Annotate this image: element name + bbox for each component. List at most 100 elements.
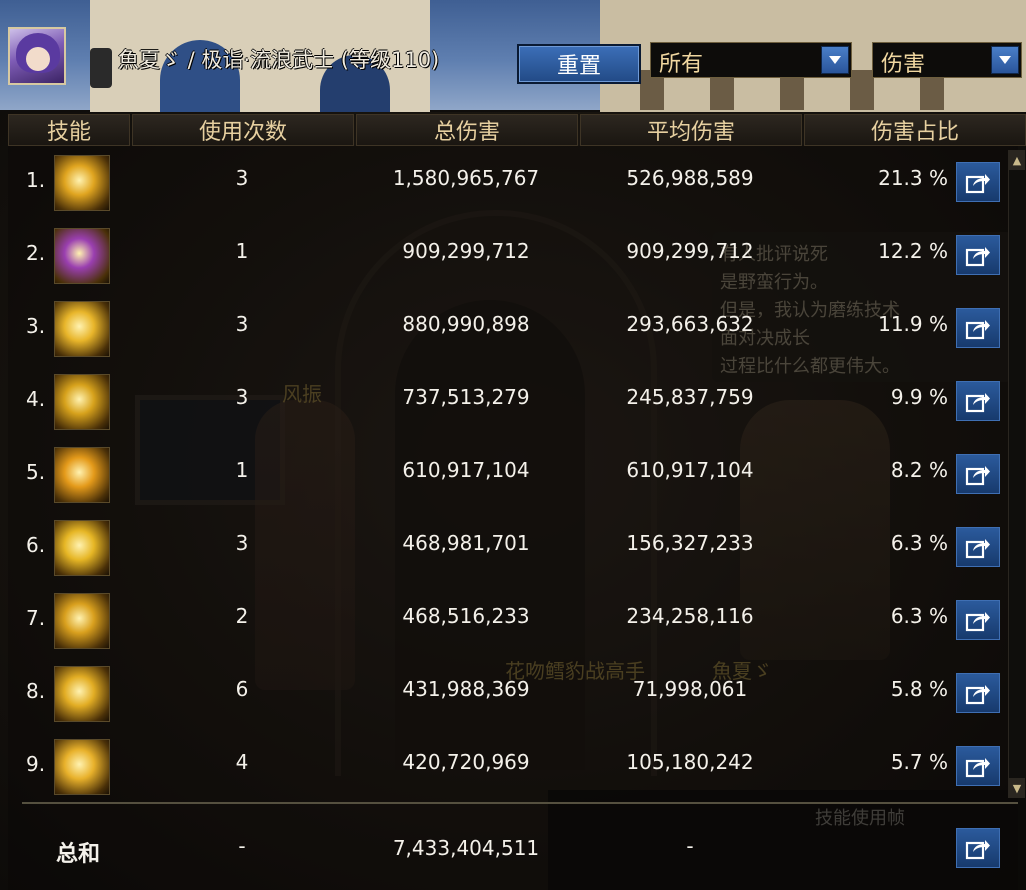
avatar-face [26,47,50,71]
row-total-damage: 880,990,898 [402,312,530,336]
column-header-total-damage[interactable]: 总伤害 [356,114,578,146]
summary-row: 总和 - 7,433,404,511 - [8,806,1018,890]
skill-damage-table: 1. 3 1,580,965,767 526,988,589 21.3 % 2. 1 909,… [8,146,1018,890]
golden-burst-skill-icon[interactable] [54,155,110,211]
row-uses: 1 [235,239,249,263]
row-uses: 3 [235,166,249,190]
table-row: 3. 3 880,990,898 293,663,632 11.9 % [8,292,1018,365]
row-damage-share: 8.2 % [890,458,948,482]
row-share-button[interactable] [956,600,1000,640]
table-row: 2. 1 909,299,712 909,299,712 12.2 % [8,219,1018,292]
crossed-slash-skill-icon[interactable] [54,374,110,430]
row-average-damage: 610,917,104 [626,458,754,482]
character-avatar[interactable] [8,27,66,85]
palm-skill-icon[interactable] [54,593,110,649]
scroll-up-icon[interactable]: ▲ [1009,150,1025,170]
golden-vortex-skill-icon[interactable] [54,447,110,503]
row-average-damage: 245,837,759 [626,385,754,409]
row-average-damage: 156,327,233 [626,531,754,555]
column-header-uses[interactable]: 使用次数 [132,114,354,146]
row-total-damage: 610,917,104 [402,458,530,482]
reset-button[interactable]: 重置 [517,44,641,84]
row-damage-share: 21.3 % [878,166,948,190]
share-icon [965,393,990,413]
row-share-button[interactable] [956,162,1000,202]
share-icon [965,466,990,486]
row-uses: 2 [235,604,249,628]
share-icon [965,320,990,340]
row-rank: 1. [26,168,46,192]
row-uses: 3 [235,531,249,555]
row-average-damage: 526,988,589 [626,166,754,190]
row-total-damage: 737,513,279 [402,385,530,409]
row-share-button[interactable] [956,235,1000,275]
row-rank: 8. [26,679,46,703]
street-lamp [90,48,112,88]
row-uses: 3 [235,385,249,409]
column-header-damage-share[interactable]: 伤害占比 [804,114,1026,146]
row-rank: 3. [26,314,46,338]
column-header-average-damage[interactable]: 平均伤害 [580,114,802,146]
row-total-damage: 468,981,701 [402,531,530,555]
row-damage-share: 9.9 % [890,385,948,409]
row-uses: 3 [235,312,249,336]
building-window [850,70,874,110]
share-icon [965,840,990,860]
summary-divider [22,802,1018,804]
row-damage-share: 6.3 % [890,531,948,555]
metric-dropdown[interactable]: 伤害 [872,42,1022,78]
summary-uses: - [238,834,246,858]
row-uses: 4 [235,750,249,774]
row-damage-share: 12.2 % [878,239,948,263]
table-row: 5. 1 610,917,104 610,917,104 8.2 % [8,438,1018,511]
chevron-down-icon[interactable] [821,46,849,74]
scroll-down-icon[interactable]: ▼ [1009,778,1025,798]
multi-strike-skill-icon[interactable] [54,666,110,722]
table-row: 7. 2 468,516,233 234,258,116 6.3 % [8,584,1018,657]
row-rank: 9. [26,752,46,776]
metric-dropdown-value: 伤害 [881,52,926,77]
row-rank: 2. [26,241,46,265]
chevron-down-icon[interactable] [991,46,1019,74]
summary-share-button[interactable] [956,828,1000,868]
row-damage-share: 6.3 % [890,604,948,628]
share-icon [965,247,990,267]
row-average-damage: 71,998,061 [632,677,748,701]
row-share-button[interactable] [956,308,1000,348]
explosion-skill-icon[interactable] [54,739,110,795]
row-share-button[interactable] [956,746,1000,786]
row-rank: 6. [26,533,46,557]
share-icon [965,758,990,778]
summary-label: 总和 [56,842,101,867]
row-uses: 6 [235,677,249,701]
row-average-damage: 105,180,242 [626,750,754,774]
golden-swirl-skill-icon[interactable] [54,301,110,357]
table-row: 1. 3 1,580,965,767 526,988,589 21.3 % [8,146,1018,219]
row-damage-share: 5.8 % [890,677,948,701]
row-total-damage: 1,580,965,767 [392,166,540,190]
row-rank: 4. [26,387,46,411]
filter-dropdown[interactable]: 所有 [650,42,852,78]
share-icon [965,685,990,705]
row-total-damage: 909,299,712 [402,239,530,263]
row-total-damage: 420,720,969 [402,750,530,774]
row-damage-share: 5.7 % [890,750,948,774]
row-average-damage: 909,299,712 [626,239,754,263]
table-row: 9. 4 420,720,969 105,180,242 5.7 % [8,730,1018,803]
table-scrollbar[interactable]: ▲ ▼ [1008,150,1025,798]
row-share-button[interactable] [956,454,1000,494]
row-total-damage: 431,988,369 [402,677,530,701]
lightning-slash-skill-icon[interactable] [54,520,110,576]
row-share-button[interactable] [956,673,1000,713]
share-icon [965,539,990,559]
row-share-button[interactable] [956,381,1000,421]
table-row: 6. 3 468,981,701 156,327,233 6.3 % [8,511,1018,584]
summary-average-damage: - [686,834,694,858]
row-share-button[interactable] [956,527,1000,567]
column-header-skill[interactable]: 技能 [8,114,130,146]
row-rank: 5. [26,460,46,484]
purple-character-skill-icon[interactable] [54,228,110,284]
character-name-class-level: 魚夏ゞ / 极诣·流浪武士 (等级110) [118,48,440,72]
row-average-damage: 234,258,116 [626,604,754,628]
table-row: 8. 6 431,988,369 71,998,061 5.8 % [8,657,1018,730]
